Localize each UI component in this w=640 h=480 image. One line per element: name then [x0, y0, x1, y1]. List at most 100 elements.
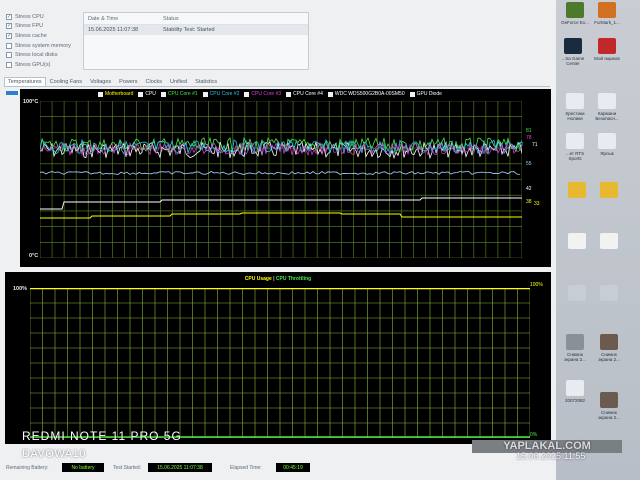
desktop-icon-folder-yellow[interactable] — [562, 182, 592, 200]
image-icon — [566, 334, 584, 350]
desktop-icon-tictactoe[interactable]: Крестики Нолики — [560, 93, 590, 121]
file-icon — [600, 233, 618, 249]
legend-checkbox-icon[interactable] — [286, 91, 292, 97]
desktop-icon-file-20072082[interactable]: 20072082 — [560, 380, 590, 403]
app-icon — [566, 2, 584, 18]
legend-checkbox-icon[interactable] — [244, 91, 250, 97]
desktop-icon-screenshot[interactable]: Снимок экрана 2... — [594, 392, 624, 420]
checkbox-icon[interactable] — [6, 42, 12, 49]
desktop-icon-screenshot[interactable]: Снимок экрана 2... — [594, 334, 624, 362]
desktop-icon-file[interactable] — [562, 233, 592, 251]
test-started-value: 15.06.2025 11:07:38 — [148, 463, 212, 472]
usage-legend: CPU Usage | CPU Throttling — [5, 276, 551, 282]
temp-readout: 38 — [526, 199, 532, 205]
temp-readout: 42 — [526, 186, 532, 192]
temp-ymax-label: 100°C — [23, 99, 39, 105]
usage-readout-bottom: 0% — [530, 432, 538, 438]
desktop-icon-file[interactable] — [562, 285, 592, 303]
legend-cpu-core-2[interactable]: CPU Core #2 — [202, 91, 240, 97]
legend-cpu-core-4[interactable]: CPU Core #4 — [286, 91, 323, 97]
stress-fpu-checkbox[interactable]: ✓ Stress FPU — [6, 22, 82, 32]
col-status-header: Status — [163, 15, 179, 22]
file-icon — [600, 285, 618, 301]
legend-checkbox-icon[interactable] — [138, 91, 144, 97]
stress-cpu-checkbox[interactable]: ✓ Stress CPU — [6, 12, 82, 22]
legend-gpu-diode[interactable]: GPU Diode — [409, 91, 442, 97]
legend-checkbox-icon[interactable] — [327, 91, 333, 97]
temperature-graph: Motherboard CPU CPU Core #1 CPU Core #2 … — [20, 89, 551, 267]
battery-value: No battery — [62, 463, 104, 472]
legend-cpu-core-3[interactable]: CPU Core #3 — [244, 91, 281, 97]
checkbox-icon[interactable] — [6, 61, 12, 68]
stress-options: ✓ Stress CPU ✓ Stress FPU ✓ Stress cache St… — [6, 12, 82, 70]
legend-label: CPU Core #2 — [209, 91, 240, 97]
desktop-icon-security[interactable]: Кармани Безопасн... — [592, 93, 622, 121]
desktop-icon-file[interactable] — [594, 233, 624, 251]
legend-cpu-usage[interactable]: CPU Usage — [245, 276, 272, 282]
checkbox-icon[interactable] — [6, 52, 12, 59]
desktop-icon-shortcut[interactable]: Ярлык — [592, 133, 622, 156]
file-icon — [568, 285, 586, 301]
legend-cpu-throttling[interactable]: CPU Throttling — [276, 276, 311, 282]
checkbox-icon[interactable]: ✓ — [6, 32, 12, 39]
user-watermark: DAVOWA10 — [22, 448, 86, 460]
folder-icon — [568, 182, 586, 198]
progress-marker — [6, 91, 18, 95]
usage-plot-area — [30, 288, 530, 438]
temp-readout: 55 — [526, 161, 532, 167]
checkbox-icon[interactable]: ✓ — [6, 13, 12, 20]
tab-divider — [4, 86, 550, 87]
status-bar: Remaining Battery: No battery Test Start… — [0, 458, 556, 480]
usage-readout-top: 100% — [530, 282, 543, 288]
table-row[interactable]: 15.06.2025 11:07:38 Stability Test: Start… — [84, 25, 308, 35]
photo-datetime: 15.06.2025 11:55 — [516, 451, 586, 461]
legend-label: CPU Core #4 — [293, 91, 323, 97]
temp-readout: 78 — [526, 135, 532, 141]
legend-label: CPU Core #1 — [167, 91, 198, 97]
phone-model-watermark: REDMI NOTE 11 PRO 5G — [22, 429, 182, 443]
app-icon — [598, 2, 616, 18]
desktop-icon-screenshot[interactable]: Снимок экрана 2... — [560, 334, 590, 362]
legend-checkbox-icon[interactable] — [98, 91, 103, 97]
temperature-plot-area — [40, 101, 522, 258]
desktop-icon-furmark[interactable]: FurMark_1... — [592, 2, 622, 25]
stress-memory-checkbox[interactable]: Stress system memory — [6, 41, 82, 51]
legend-checkbox-icon[interactable] — [409, 91, 415, 97]
desktop-icon-folder[interactable]: Мой ящиков — [592, 38, 622, 61]
legend-checkbox-icon[interactable] — [160, 91, 166, 97]
desktop-icon-sports[interactable]: ...ет RTS Sports — [560, 133, 590, 161]
legend-label: CPU — [145, 91, 156, 97]
app-icon — [598, 93, 616, 109]
legend-checkbox-icon[interactable] — [202, 91, 208, 97]
app-icon — [564, 38, 582, 54]
folder-icon — [600, 182, 618, 198]
legend-label: CPU Core #3 — [251, 91, 282, 97]
temp-readout: 33 — [534, 201, 540, 207]
stress-cache-checkbox[interactable]: ✓ Stress cache — [6, 31, 82, 41]
elapsed-value: 00:45:19 — [276, 463, 310, 472]
legend-label: WDC WDS500G2B0A-00SM50 — [334, 91, 405, 97]
cpu-usage-graph: CPU Usage | CPU Throttling 100% 100% 0% — [5, 272, 551, 444]
status-table: Date & Time Status 15.06.2025 11:07:38 Sta… — [83, 12, 309, 70]
stress-disks-checkbox[interactable]: Stress local disks — [6, 50, 82, 60]
temp-readout: 81 — [526, 128, 532, 134]
stability-test-window: ✓ Stress CPU ✓ Stress FPU ✓ Stress cache St… — [0, 0, 556, 480]
legend-label: GPU Diode — [416, 91, 442, 97]
desktop-icon-game-center[interactable]: ...tra Game Center — [558, 38, 588, 66]
app-icon — [598, 38, 616, 54]
legend-ssd[interactable]: WDC WDS500G2B0A-00SM50 — [327, 91, 405, 97]
elapsed-label: Elapsed Time: — [230, 465, 262, 471]
image-icon — [600, 392, 618, 408]
app-icon — [598, 133, 616, 149]
usage-ymax-label: 100% — [13, 286, 28, 292]
legend-cpu[interactable]: CPU — [138, 91, 156, 97]
checkbox-icon[interactable]: ✓ — [6, 23, 12, 30]
legend-motherboard[interactable]: Motherboard — [98, 91, 133, 97]
temp-readout: 72 — [518, 142, 524, 148]
desktop-icon-file[interactable] — [594, 285, 624, 303]
desktop-icon-folder-yellow[interactable] — [594, 182, 624, 200]
stress-gpu-checkbox[interactable]: Stress GPU(s) — [6, 60, 82, 70]
legend-cpu-core-1[interactable]: CPU Core #1 — [160, 91, 198, 97]
desktop-icon-geforce[interactable]: GeForce Ex... — [560, 2, 590, 25]
app-icon — [566, 93, 584, 109]
